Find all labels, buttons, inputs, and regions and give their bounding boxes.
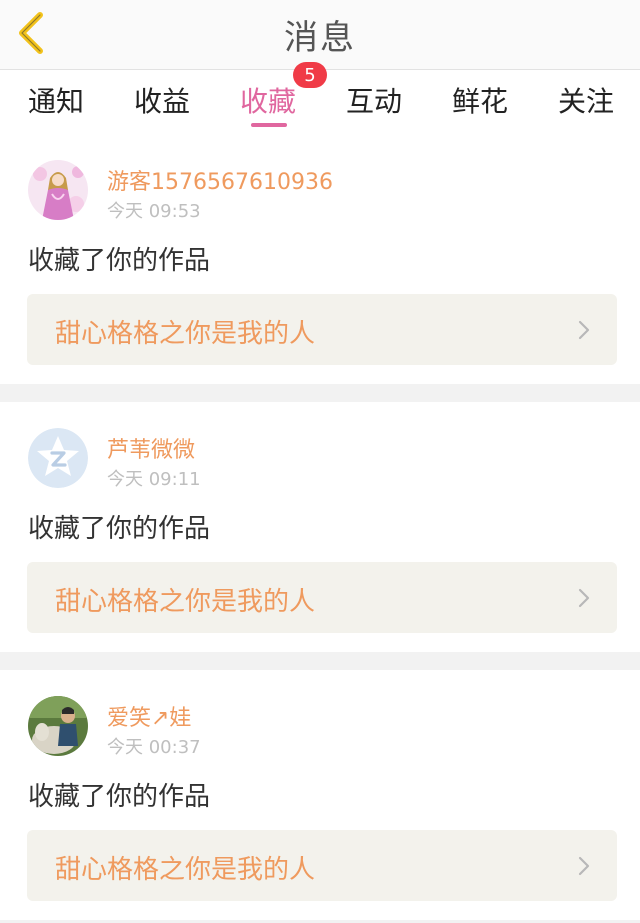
message-card: 芦苇微微 今天 09:11 收藏了你的作品 甜心格格之你是我的人 bbox=[0, 402, 640, 652]
username[interactable]: 游客1576567610936 bbox=[107, 164, 333, 196]
page-title: 消息 bbox=[284, 18, 356, 58]
work-link[interactable]: 甜心格格之你是我的人 bbox=[27, 294, 617, 365]
work-link[interactable]: 甜心格格之你是我的人 bbox=[27, 562, 617, 633]
tab-earnings[interactable]: 收益 bbox=[134, 80, 190, 120]
active-tab-indicator bbox=[251, 123, 287, 127]
timestamp: 今天 09:11 bbox=[107, 469, 201, 490]
chevron-right-icon bbox=[578, 320, 590, 340]
chevron-right-icon bbox=[578, 588, 590, 608]
message-card: 游客1576567610936 今天 09:53 收藏了你的作品 甜心格格之你是… bbox=[0, 134, 640, 384]
timestamp: 今天 09:53 bbox=[107, 201, 201, 222]
tab-flowers[interactable]: 鲜花 bbox=[452, 80, 508, 120]
work-title: 甜心格格之你是我的人 bbox=[55, 587, 316, 617]
work-title: 甜心格格之你是我的人 bbox=[55, 319, 316, 349]
top-nav-bar: 消息 bbox=[0, 0, 640, 70]
username[interactable]: 爱笑↗娃 bbox=[107, 700, 191, 732]
tab-interactions[interactable]: 互动 bbox=[346, 80, 402, 120]
tab-favorites[interactable]: 收藏 bbox=[240, 80, 296, 120]
username[interactable]: 芦苇微微 bbox=[107, 432, 195, 464]
section-divider bbox=[0, 384, 640, 402]
tab-notifications[interactable]: 通知 bbox=[28, 80, 84, 120]
tab-follows[interactable]: 关注 bbox=[558, 80, 614, 120]
user-avatar[interactable] bbox=[28, 428, 88, 488]
action-text: 收藏了你的作品 bbox=[28, 514, 211, 544]
work-title: 甜心格格之你是我的人 bbox=[55, 855, 316, 885]
chevron-right-icon bbox=[578, 856, 590, 876]
timestamp: 今天 00:37 bbox=[107, 737, 201, 758]
unread-count-badge: 5 bbox=[293, 62, 327, 88]
action-text: 收藏了你的作品 bbox=[28, 246, 211, 276]
section-divider bbox=[0, 652, 640, 670]
avatar-image bbox=[28, 160, 88, 220]
avatar-image bbox=[28, 696, 88, 756]
default-avatar-icon bbox=[28, 428, 88, 488]
work-link[interactable]: 甜心格格之你是我的人 bbox=[27, 830, 617, 901]
action-text: 收藏了你的作品 bbox=[28, 782, 211, 812]
message-card: 爱笑↗娃 今天 00:37 收藏了你的作品 甜心格格之你是我的人 bbox=[0, 670, 640, 920]
user-avatar[interactable] bbox=[28, 160, 88, 220]
user-avatar[interactable] bbox=[28, 696, 88, 756]
